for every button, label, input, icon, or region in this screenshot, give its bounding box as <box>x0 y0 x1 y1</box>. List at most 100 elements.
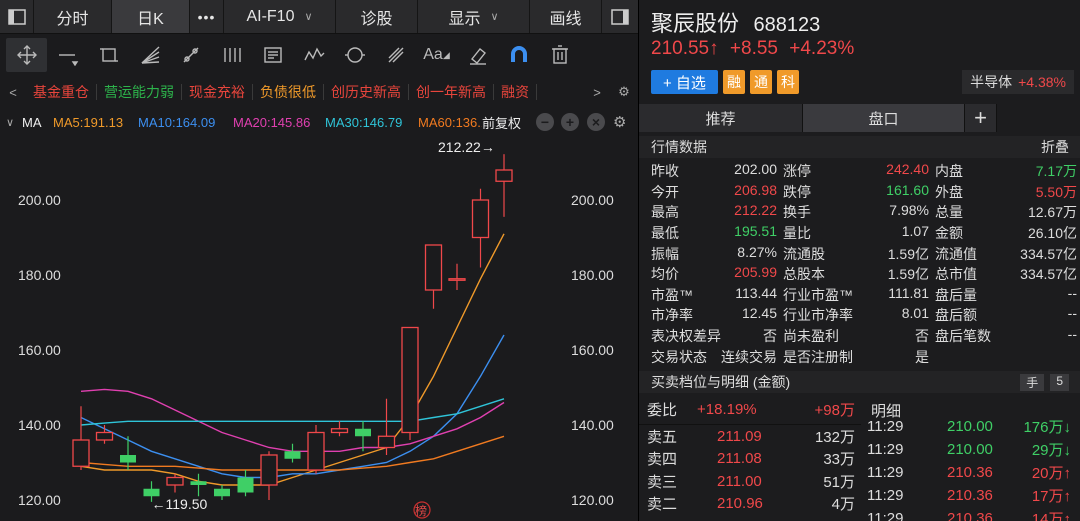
tag-item[interactable]: 融资 <box>494 84 537 100</box>
y-tick-left: 140.00 <box>18 417 61 433</box>
text-annotation-icon[interactable]: Aa ◢ <box>416 38 457 72</box>
chevron-down-icon: ∨ <box>490 11 499 23</box>
pitchfork-icon[interactable] <box>375 38 416 72</box>
quote-key: 外盘 <box>935 183 963 200</box>
quote-value: 连续交易 <box>721 348 777 365</box>
trash-icon[interactable] <box>539 38 580 72</box>
y-tick-left: 200.00 <box>18 192 61 208</box>
quote-key: 表决权差异 <box>651 328 721 345</box>
collapse-panel-icon[interactable] <box>602 0 638 33</box>
ask-row[interactable]: 卖三 211.00 51万 <box>639 470 861 493</box>
cycle-icon[interactable] <box>334 38 375 72</box>
fan-lines-icon[interactable] <box>129 38 170 72</box>
gear-icon[interactable]: ⚙ <box>613 113 626 131</box>
tag-item[interactable]: 创一年新高 <box>409 84 494 100</box>
candle-body <box>307 431 325 471</box>
y-tick-right: 180.00 <box>571 267 614 283</box>
ma20-value: MA20:145.86 <box>233 114 311 130</box>
quote-value: -- <box>1067 284 1077 301</box>
candle-body <box>424 244 443 291</box>
sector-chip[interactable]: 半导体 +4.38% <box>962 70 1074 94</box>
quote-key: 量比 <box>783 225 811 242</box>
ask-price: 211.00 <box>717 472 762 490</box>
add-watchlist-button[interactable]: + 自选 <box>651 70 718 94</box>
ask-label: 卖二 <box>647 496 678 514</box>
trend-segment-icon[interactable] <box>170 38 211 72</box>
candle-body <box>190 481 207 485</box>
quote-cell: 流通值 334.57亿 <box>935 244 1080 264</box>
magnet-icon[interactable] <box>498 38 539 72</box>
layout-toggle-icon[interactable] <box>0 0 34 33</box>
quote-row: 市净率 12.45 行业市净率 8.01 盘后额 -- <box>639 305 1080 326</box>
ask-vol: 51万 <box>823 473 855 491</box>
crosshair-icon[interactable] <box>6 38 47 72</box>
tab-daily-k[interactable]: 日K <box>112 0 190 33</box>
quote-row: 振幅 8.27% 流通股 1.59亿 流通值 334.57亿 <box>639 243 1080 264</box>
minus-circle-icon[interactable]: − <box>536 113 554 131</box>
more-menu-icon[interactable]: ••• <box>190 0 224 33</box>
ma-line <box>80 388 505 452</box>
quote-row: 市盈™ 113.44 行业市盈™ 111.81 盘后量 -- <box>639 285 1080 306</box>
wave-line-icon[interactable] <box>293 38 334 72</box>
vertical-lines-icon[interactable] <box>211 38 252 72</box>
tab-pankou[interactable]: 盘口 <box>803 104 965 132</box>
eraser-icon[interactable] <box>457 38 498 72</box>
quote-value: 1.59亿 <box>887 266 929 283</box>
display-dropdown[interactable]: 显示 ∨ <box>418 0 530 33</box>
ask-row[interactable]: 卖四 211.08 33万 <box>639 448 861 471</box>
crop-rectangle-icon[interactable] <box>88 38 129 72</box>
quote-grid: 昨收 202.00 涨停 242.40 内盘 7.17万 今开 206.98 跌停 161.60 外… <box>639 161 1080 367</box>
weibi-row: 委比 +18.19% +98万 <box>639 395 861 425</box>
rank-marker-label: 榜 <box>415 503 427 518</box>
candle <box>355 421 371 452</box>
quote-key: 流通值 <box>935 245 977 262</box>
kline-chart[interactable]: 200.00 200.00 180.00 180.00 160.00 160.00 140.… <box>0 136 638 521</box>
tab-timeshare[interactable]: 分时 <box>34 0 112 33</box>
quote-key: 尚未盈利 <box>783 328 839 345</box>
text-box-icon[interactable] <box>252 38 293 72</box>
chevron-down-icon[interactable]: ∨ <box>6 116 14 129</box>
ask-row[interactable]: 卖五 211.09 132万 <box>639 425 861 448</box>
y-tick-right: 140.00 <box>571 417 614 433</box>
tick-row: 11:29 210.00 29万↓ <box>863 438 1080 461</box>
candle <box>424 244 443 309</box>
horizontal-line-icon[interactable] <box>47 38 88 72</box>
tag-item[interactable]: 基金重仓 <box>26 84 97 100</box>
tag-scroll-right-icon[interactable]: > <box>584 85 610 100</box>
level-count-button[interactable]: 5 <box>1050 373 1069 391</box>
quote-cell: 行业市盈™ 111.81 <box>783 285 935 305</box>
gear-icon[interactable]: ⚙ <box>610 84 638 100</box>
hand-unit-button[interactable]: 手 <box>1020 373 1045 391</box>
stock-code: 688123 <box>753 14 821 36</box>
tag-scroll-left-icon[interactable]: < <box>0 85 26 100</box>
adjust-mode[interactable]: 前复权 <box>482 113 521 132</box>
tab-recommend[interactable]: 推荐 <box>639 104 803 132</box>
top-tabbar: 分时 日K ••• AI-F10 ∨ 诊股 显示 ∨ 画线 <box>0 0 638 34</box>
close-circle-icon[interactable]: × <box>587 113 605 131</box>
quote-row: 表决权差异否尚未盈利否盘后笔数 -- <box>639 326 1080 347</box>
add-tab-icon[interactable]: + <box>965 104 997 132</box>
stock-header: 聚辰股份 688123 <box>639 0 1080 38</box>
quote-key: 盘后笔数 <box>935 328 991 345</box>
ma-line <box>80 398 505 426</box>
quote-cell: 内盘 7.17万 <box>935 161 1080 181</box>
quote-key: 市净率 <box>651 307 693 324</box>
y-tick-left: 120.00 <box>18 492 61 508</box>
fold-button[interactable]: 折叠 <box>1041 137 1069 157</box>
tag-item[interactable]: 现金充裕 <box>182 84 253 100</box>
candle <box>190 473 207 497</box>
price-change: +8.55 <box>729 38 778 59</box>
tag-item[interactable]: 营运能力弱 <box>97 84 182 100</box>
quote-cell: 总股本 1.59亿 <box>783 264 935 284</box>
quote-key: 金额 <box>935 225 963 242</box>
quote-cell: 流通股 1.59亿 <box>783 244 935 264</box>
draw-line-button[interactable]: 画线 <box>530 0 602 33</box>
diagnose-button[interactable]: 诊股 <box>336 0 418 33</box>
tag-item[interactable]: 负债很低 <box>253 84 324 100</box>
ask-row[interactable]: 卖二 210.96 4万 <box>639 493 861 516</box>
plus-circle-icon[interactable]: + <box>561 113 579 131</box>
y-tick-left: 180.00 <box>18 267 61 283</box>
tag-item[interactable]: 创历史新高 <box>324 84 409 100</box>
ma60-value: MA60:136.1 <box>418 114 482 130</box>
ai-f10-dropdown[interactable]: AI-F10 ∨ <box>224 0 336 33</box>
